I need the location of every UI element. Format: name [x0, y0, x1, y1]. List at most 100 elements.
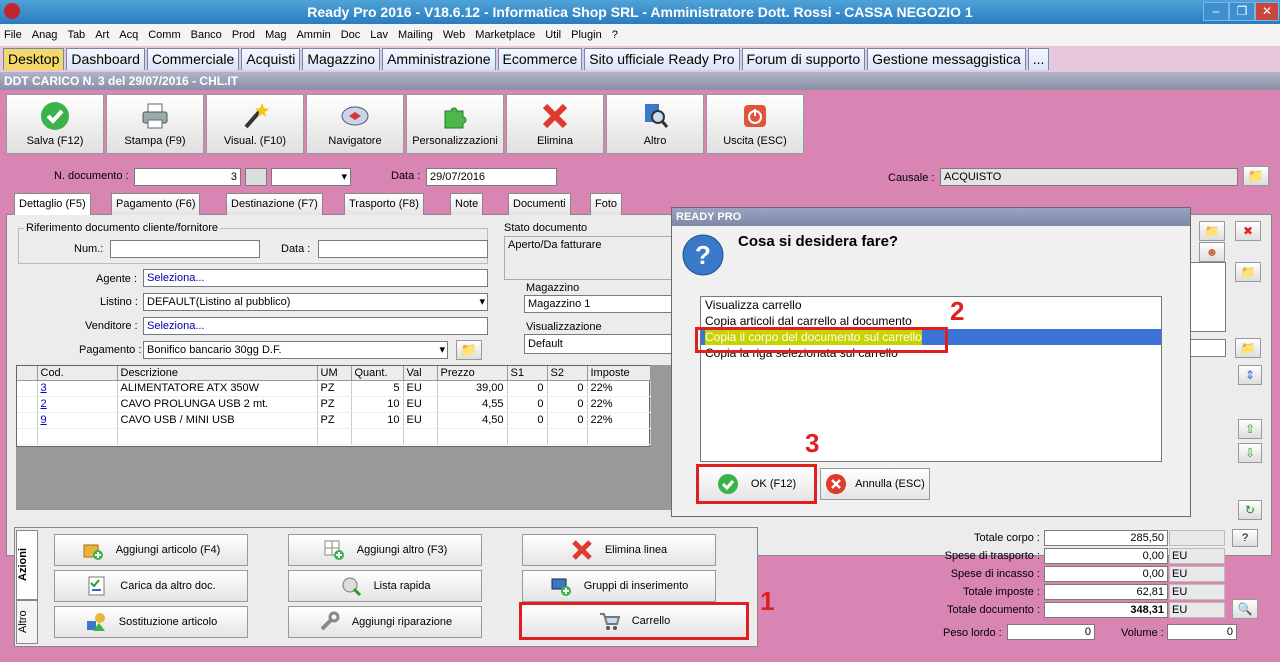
cell-cod[interactable]: 3 [37, 380, 118, 397]
cell-val[interactable]: EU [403, 412, 438, 429]
cell-descrizione[interactable]: CAVO PROLUNGA USB 2 mt. [117, 396, 318, 413]
causale-field[interactable]: ACQUISTO [940, 168, 1238, 186]
tab-altro[interactable]: Altro [16, 600, 38, 644]
side-notes-field[interactable] [1190, 262, 1226, 332]
magazzino-select[interactable]: Magazzino 1 [524, 295, 674, 313]
cell-um[interactable]: PZ [317, 412, 352, 429]
cell-s2[interactable]: 0 [547, 396, 588, 413]
tab-trasporto[interactable]: Trasporto (F8) [344, 193, 424, 215]
menu-comm[interactable]: Comm [148, 29, 180, 41]
tab-commerciale[interactable]: Commerciale [146, 48, 240, 70]
tab-forum[interactable]: Forum di supporto [741, 48, 866, 70]
quick-list-button[interactable]: Lista rapida [288, 570, 482, 602]
side-field[interactable] [1190, 339, 1226, 357]
col-um[interactable]: UM [317, 366, 352, 381]
maximize-icon[interactable]: ❐ [1229, 2, 1255, 21]
tab-sito-ufficiale[interactable]: Sito ufficiale Ready Pro [584, 48, 740, 70]
tab-documenti[interactable]: Documenti [508, 193, 571, 215]
app-icon[interactable] [4, 3, 20, 19]
cell-cod[interactable]: 2 [37, 396, 118, 413]
cell-prezzo[interactable]: 39,00 [437, 380, 508, 397]
folder-icon[interactable]: 📁 [1235, 338, 1261, 358]
col-quant[interactable]: Quant. [351, 366, 404, 381]
cell-quant[interactable]: 10 [351, 396, 404, 413]
row-selector[interactable] [17, 396, 38, 413]
ndoc-suffix-field[interactable] [245, 168, 267, 186]
menu-mag[interactable]: Mag [265, 29, 286, 41]
causale-folder-icon[interactable]: 📁 [1243, 166, 1269, 186]
spese-incasso-value[interactable]: 0,00 [1044, 566, 1168, 582]
more-button[interactable]: Altro [606, 94, 704, 154]
cell-quant[interactable]: 10 [351, 412, 404, 429]
cell-s1[interactable]: 0 [507, 412, 548, 429]
sort-arrows-icon[interactable]: ⇕ [1238, 365, 1262, 385]
cell-s1[interactable]: 0 [507, 396, 548, 413]
col-s1[interactable]: S1 [507, 366, 548, 381]
row-selector[interactable] [17, 412, 38, 429]
cell-descrizione[interactable]: CAVO USB / MINI USB [117, 412, 318, 429]
col-descrizione[interactable]: Descrizione [117, 366, 318, 381]
menu-doc[interactable]: Doc [341, 29, 361, 41]
col-val[interactable]: Val [403, 366, 438, 381]
add-repair-button[interactable]: Aggiungi riparazione [288, 606, 482, 638]
menu-marketplace[interactable]: Marketplace [475, 29, 535, 41]
cell-quant[interactable]: 5 [351, 380, 404, 397]
view-button[interactable]: Visual. (F10) [206, 94, 304, 154]
table-row[interactable]: 3 ALIMENTATORE ATX 350W PZ 5 EU 39,00 0 … [17, 380, 651, 397]
cell-um[interactable]: PZ [317, 380, 352, 397]
replace-article-button[interactable]: Sostituzione articolo [54, 606, 248, 638]
register-select[interactable]: ▾ [271, 168, 351, 186]
folder-icon[interactable]: 📁 [1199, 221, 1225, 241]
tab-pagamento[interactable]: Pagamento (F6) [111, 193, 201, 215]
menu-plugin[interactable]: Plugin [571, 29, 602, 41]
menu-art[interactable]: Art [95, 29, 109, 41]
rif-date-field[interactable] [318, 240, 488, 258]
tab-note[interactable]: Note [450, 193, 484, 215]
tab-amministrazione[interactable]: Amministrazione [382, 48, 496, 70]
cell-prezzo[interactable]: 4,55 [437, 396, 508, 413]
row-selector[interactable] [17, 380, 38, 397]
volume-field[interactable]: 0 [1167, 624, 1237, 640]
tab-destinazione[interactable]: Destinazione (F7) [226, 193, 323, 215]
add-other-button[interactable]: Aggiungi altro (F3) [288, 534, 482, 566]
menu-mailing[interactable]: Mailing [398, 29, 433, 41]
customize-button[interactable]: Personalizzazioni [406, 94, 504, 154]
menu-tab[interactable]: Tab [67, 29, 85, 41]
col-prezzo[interactable]: Prezzo [437, 366, 508, 381]
col-s2[interactable]: S2 [547, 366, 588, 381]
cell-imposte[interactable]: 22% [587, 412, 651, 429]
exit-button[interactable]: Uscita (ESC) [706, 94, 804, 154]
menu-acq[interactable]: Acq [119, 29, 138, 41]
ok-button[interactable]: OK (F12) [696, 464, 817, 504]
pagamento-select[interactable]: Bonifico bancario 30gg D.F. ▾ [143, 341, 448, 359]
cell-um[interactable]: PZ [317, 396, 352, 413]
close-icon[interactable]: ✕ [1255, 2, 1279, 21]
table-row-empty[interactable] [17, 428, 651, 445]
menu-help[interactable]: ? [612, 29, 618, 41]
cell-s1[interactable]: 0 [507, 380, 548, 397]
move-up-icon[interactable]: ⇧ [1238, 419, 1262, 439]
tab-messaggistica[interactable]: Gestione messaggistica [867, 48, 1026, 70]
save-button[interactable]: Salva (F12) [6, 94, 104, 154]
insert-groups-button[interactable]: Gruppi di inserimento [522, 570, 716, 602]
listino-select[interactable]: DEFAULT(Listino al pubblico) ▾ [143, 293, 488, 311]
cell-cod[interactable]: 9 [37, 412, 118, 429]
tab-desktop[interactable]: Desktop [3, 48, 65, 70]
cancel-button[interactable]: Annulla (ESC) [820, 468, 930, 500]
agente-field[interactable]: Seleziona... [143, 269, 488, 287]
add-article-button[interactable]: Aggiungi articolo (F4) [54, 534, 248, 566]
ndoc-field[interactable]: 3 [134, 168, 241, 186]
tab-foto[interactable]: Foto [590, 193, 623, 215]
tab-more[interactable]: ... [1027, 48, 1050, 70]
menu-ammin[interactable]: Ammin [296, 29, 330, 41]
menu-anag[interactable]: Anag [32, 29, 58, 41]
table-row[interactable]: 9 CAVO USB / MINI USB PZ 10 EU 4,50 0 0 … [17, 412, 651, 429]
peso-field[interactable]: 0 [1007, 624, 1095, 640]
visualizzazione-select[interactable]: Default [524, 334, 674, 354]
option-visualizza-carrello[interactable]: Visualizza carrello [701, 297, 1161, 313]
tab-azioni[interactable]: Azioni [16, 530, 38, 600]
num-field[interactable] [110, 240, 260, 258]
menu-banco[interactable]: Banco [191, 29, 222, 41]
cell-prezzo[interactable]: 4,50 [437, 412, 508, 429]
cell-imposte[interactable]: 22% [587, 380, 651, 397]
